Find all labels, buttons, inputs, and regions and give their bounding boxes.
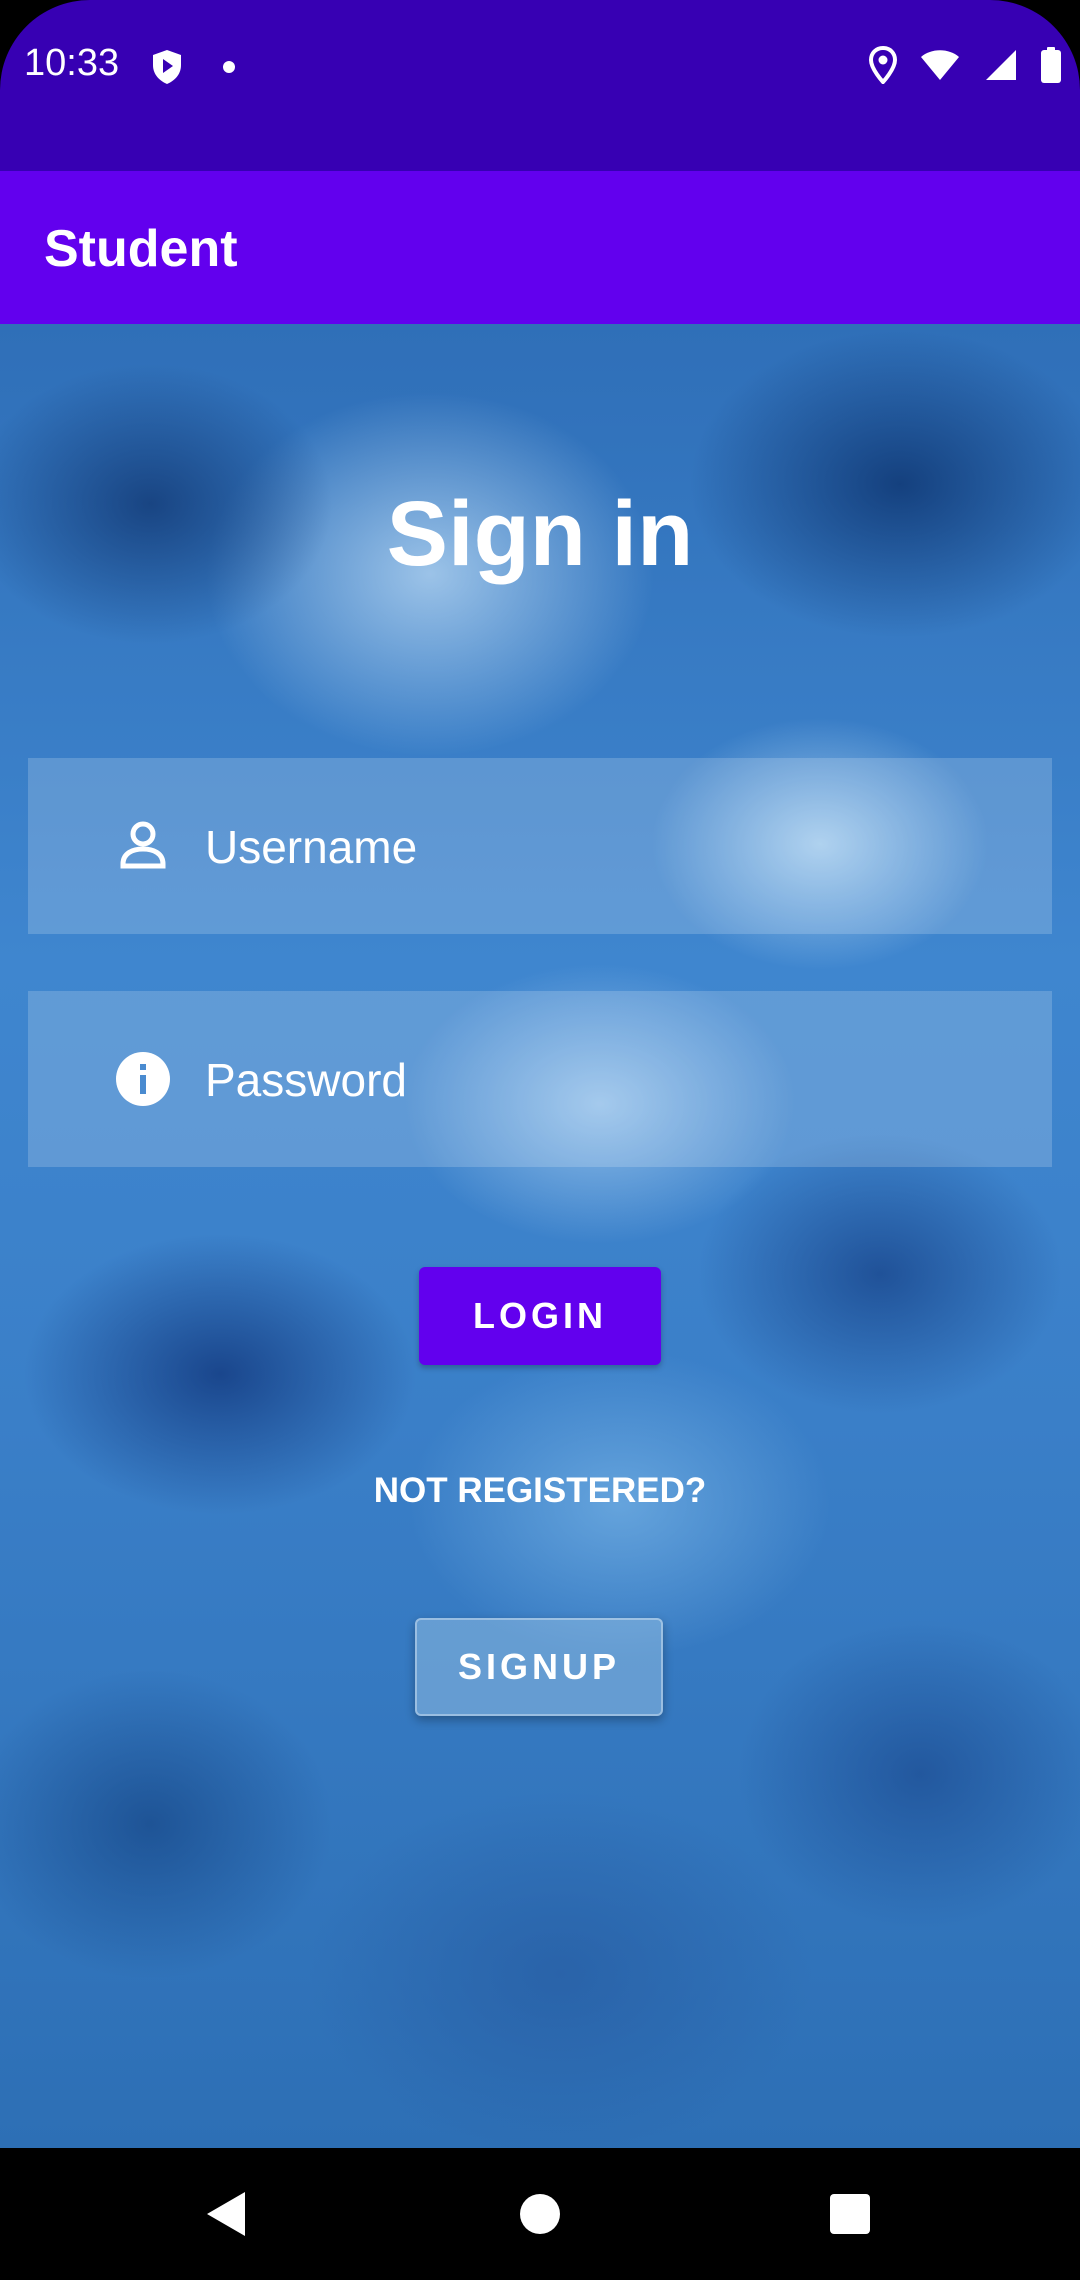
app-bar: Student [0, 171, 1080, 324]
shield-icon [150, 48, 184, 91]
status-left-icons [150, 48, 236, 91]
cell-signal-icon [982, 48, 1018, 87]
username-field[interactable] [28, 758, 1052, 934]
status-time: 10:33 [24, 42, 120, 84]
recents-icon[interactable] [820, 2184, 880, 2244]
home-icon[interactable] [510, 2184, 570, 2244]
page-title: Sign in [386, 483, 694, 585]
battery-icon [1040, 46, 1062, 89]
username-input[interactable] [203, 802, 1007, 892]
info-icon [113, 1049, 173, 1109]
signup-button[interactable]: SIGNUP [415, 1618, 663, 1716]
navigation-bar [0, 2148, 1080, 2280]
login-button[interactable]: LOGIN [419, 1267, 661, 1365]
notification-dot-icon [222, 60, 236, 79]
password-input[interactable] [203, 1035, 1007, 1125]
status-right-icons [868, 45, 1062, 89]
app-title: Student [44, 220, 238, 278]
login-content: Sign in LOGIN NOT REGISTERED? [0, 324, 1080, 2148]
wifi-icon [920, 48, 960, 87]
status-bar: 10:33 [0, 0, 1080, 171]
not-registered-label: NOT REGISTERED? [373, 1471, 707, 1510]
person-icon [113, 816, 173, 876]
password-field[interactable] [28, 991, 1052, 1167]
phone-screen: 10:33 Student Sign in Username LOGIN NOT… [0, 0, 1080, 2280]
back-icon[interactable] [195, 2184, 255, 2244]
location-icon [868, 45, 898, 89]
